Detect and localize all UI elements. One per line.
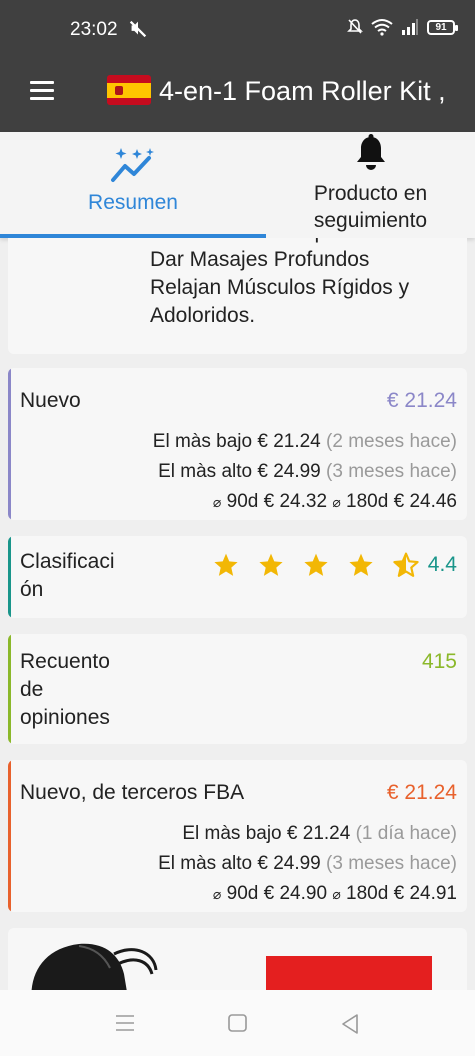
product-images-card[interactable] — [8, 928, 467, 990]
card-accent — [8, 634, 11, 744]
star-full-icon — [349, 553, 373, 576]
tab-producto-seguimiento[interactable]: Producto en seguimiento — [266, 132, 475, 238]
diameter-icon: ⌀ — [212, 886, 222, 902]
new-high-row: El màs alto € 24.99 (3 meses hace) — [158, 461, 457, 482]
page-title: 4-en-1 Foam Roller Kit , — [159, 76, 446, 106]
mute-icon — [129, 20, 147, 38]
fba-avg-row: ⌀ 90d € 24.90 ⌀ 180d € 24.91 — [212, 883, 457, 904]
tab-resumen[interactable]: Resumen — [0, 132, 266, 238]
system-nav-bar — [0, 990, 475, 1056]
status-bar: 23:02 91 — [0, 0, 475, 62]
star-full-icon — [259, 553, 283, 576]
back-icon[interactable] — [340, 1014, 360, 1034]
product-bag-image — [31, 943, 158, 990]
diameter-icon: ⌀ — [332, 494, 341, 510]
card-accent — [8, 536, 11, 618]
new-price-card[interactable]: Nuevo € 21.24 El màs bajo € 21.24 (2 mes… — [8, 368, 467, 520]
fba-high-row: El màs alto € 24.99 (3 meses hace) — [158, 853, 457, 874]
wifi-icon — [371, 19, 393, 36]
new-price-label: Nuevo — [20, 389, 81, 412]
card-accent — [8, 760, 11, 912]
rating-card[interactable]: Clasificaci ón 4.4 — [8, 536, 467, 618]
spain-flag-icon — [107, 75, 151, 105]
rating-value: 4.4 — [427, 553, 457, 576]
diameter-icon: ⌀ — [332, 886, 341, 902]
home-icon[interactable] — [228, 1014, 247, 1032]
fba-price-card[interactable]: Nuevo, de terceros FBA € 21.24 El màs ba… — [8, 760, 467, 912]
rating-label: Clasificaci ón — [20, 550, 115, 601]
reviews-label: Recuento de opiniones — [20, 650, 110, 729]
star-full-icon — [214, 553, 238, 576]
recents-menu-icon[interactable] — [115, 1014, 135, 1032]
trend-sparkle-icon — [111, 148, 154, 182]
product-description: Muscular Fitness para Dar Masajes Profun… — [150, 238, 410, 327]
fba-price-value: € 21.24 — [386, 781, 457, 804]
star-full-icon — [304, 553, 328, 576]
diameter-icon: ⌀ — [212, 494, 222, 510]
fba-low-row: El màs bajo € 21.24 (1 día hace) — [182, 823, 457, 844]
reviews-card[interactable]: Recuento de opiniones 415 — [8, 634, 467, 744]
bell-icon — [356, 134, 385, 170]
tab-resumen-label: Resumen — [88, 191, 178, 214]
new-price-value: € 21.24 — [386, 389, 457, 412]
rating-stars — [213, 552, 419, 578]
tab-bar: Resumen Producto en seguimiento — [0, 132, 475, 238]
card-accent — [8, 368, 11, 520]
product-box-image — [266, 956, 432, 990]
menu-icon[interactable] — [30, 81, 54, 101]
battery-icon: 91 — [427, 19, 458, 35]
summary-content[interactable]: Muscular Fitness para Dar Masajes Profun… — [0, 238, 475, 990]
fba-price-label: Nuevo, de terceros FBA — [20, 781, 245, 804]
new-low-row: El màs bajo € 21.24 (2 meses hace) — [152, 431, 457, 452]
signal-icon — [402, 19, 418, 35]
description-card: Muscular Fitness para Dar Masajes Profun… — [8, 238, 467, 354]
star-half-icon — [393, 552, 419, 577]
app-bar: 4-en-1 Foam Roller Kit , — [0, 62, 475, 132]
bell-off-icon — [347, 19, 363, 34]
status-time: 23:02 — [70, 19, 118, 40]
new-avg-row: ⌀ 90d € 24.32 ⌀ 180d € 24.46 — [212, 491, 457, 512]
tab-producto-seguimiento-label: Producto en seguimiento — [313, 182, 428, 232]
reviews-value: 415 — [421, 650, 457, 673]
status-icons: 91 — [347, 18, 458, 36]
